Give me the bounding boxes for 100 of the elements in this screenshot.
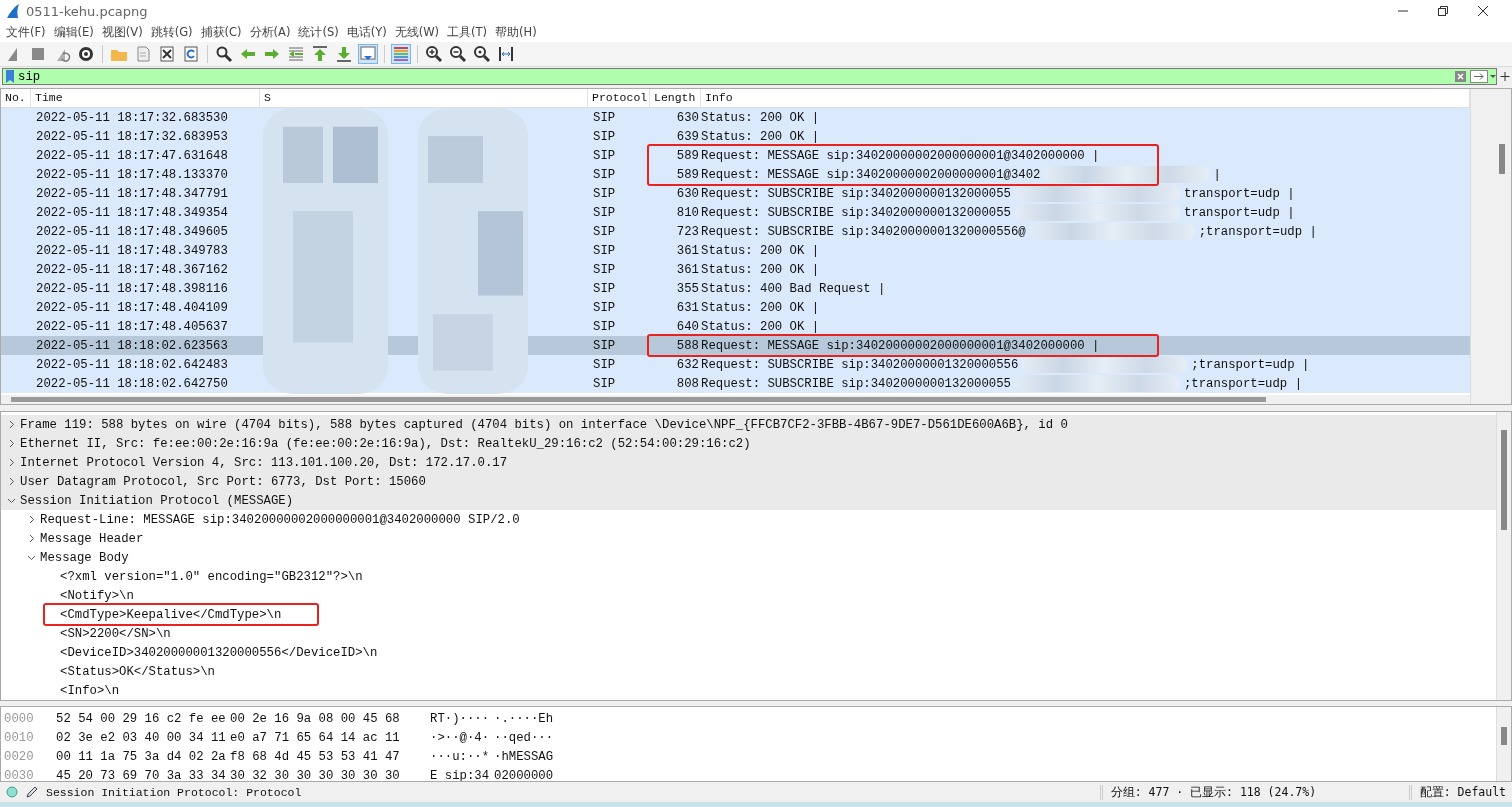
length-cell-text: 588 — [675, 338, 700, 353]
chevron-right-icon[interactable] — [27, 515, 36, 524]
autoscroll-button[interactable] — [358, 44, 378, 64]
column-header[interactable]: S — [260, 89, 588, 107]
column-header[interactable]: Length — [650, 89, 701, 107]
menu-item[interactable]: 跳转(G) — [146, 23, 197, 41]
find-button[interactable] — [214, 44, 234, 64]
horizontal-scrollbar[interactable] — [1, 395, 1470, 404]
chevron-right-icon[interactable] — [7, 458, 16, 467]
chevron-down-icon[interactable] — [27, 553, 36, 562]
detail-line[interactable]: <Status>OK</Status>\n — [60, 664, 215, 679]
shark-fin-icon — [6, 3, 20, 19]
detail-line[interactable]: <SN>2200</SN>\n — [60, 626, 171, 641]
info-cell: Request: SUBSCRIBE sip:3402000000132000055 — [701, 186, 1011, 201]
menu-item[interactable]: 无线(W) — [390, 23, 444, 41]
protocol-cell-text: SIP — [592, 262, 617, 277]
zoom-normal-button[interactable] — [472, 44, 492, 64]
profile-label[interactable]: 配置: Default — [1408, 784, 1512, 800]
column-header[interactable]: Time — [31, 89, 260, 107]
status-dot-icon[interactable] — [6, 786, 18, 798]
byte-offset: 0010 — [3, 730, 35, 745]
chevron-right-icon[interactable] — [7, 439, 16, 448]
detail-line[interactable]: <Info>\n — [60, 683, 120, 698]
column-header[interactable]: Protocol — [588, 89, 650, 107]
apply-arrow-icon[interactable] — [1470, 70, 1496, 83]
chevron-right-icon[interactable] — [7, 477, 16, 486]
menu-item[interactable]: 工具(T) — [443, 23, 492, 41]
resize-button[interactable] — [496, 44, 516, 64]
menu-item[interactable]: 视图(V) — [97, 23, 147, 41]
info-cell: Status: 200 OK | — [701, 319, 820, 334]
byte-offset: 0030 — [3, 768, 35, 781]
time-cell-text: 2022-05-11 18:17:48.405637 — [35, 319, 229, 334]
detail-line[interactable]: Session Initiation Protocol (MESSAGE) — [20, 493, 294, 508]
goto-button[interactable] — [286, 44, 306, 64]
restore-icon[interactable] — [1438, 6, 1448, 16]
length-cell-text: 810 — [675, 205, 700, 220]
menu-item[interactable]: 帮助(H) — [491, 23, 541, 41]
time-cell-text: 2022-05-11 18:17:48.133370 — [35, 167, 229, 182]
reload-button[interactable] — [181, 44, 201, 64]
detail-line[interactable]: Message Body — [40, 550, 129, 565]
options-button[interactable] — [76, 44, 96, 64]
vertical-scrollbar[interactable] — [1470, 89, 1511, 404]
info-cell: ;transport=udp | — [1183, 376, 1302, 391]
length-cell-text: 355 — [675, 281, 700, 296]
info-cell: Request: SUBSCRIBE sip:3402000000132000055 — [701, 376, 1011, 391]
ascii-bytes: 02000000 — [494, 768, 555, 781]
close-button[interactable] — [157, 44, 177, 64]
first-button[interactable] — [310, 44, 330, 64]
info-cell: transport=udp | — [1183, 186, 1295, 201]
time-cell-text: 2022-05-11 18:17:47.631648 — [35, 148, 229, 163]
protocol-cell-text: SIP — [592, 357, 617, 372]
menu-item[interactable]: 编辑(E) — [49, 23, 98, 41]
ascii-bytes: ··qed··· — [494, 730, 555, 745]
detail-line[interactable]: <?xml version="1.0" encoding="GB2312"?>\n — [60, 569, 363, 584]
menu-item[interactable]: 电话(Y) — [342, 23, 391, 41]
pencil-icon[interactable] — [26, 786, 38, 798]
detail-line[interactable]: Request-Line: MESSAGE sip:34020000002000000001@3402000000 SIP/2.0 — [40, 512, 520, 527]
chevron-right-icon[interactable] — [27, 534, 36, 543]
bookmark-icon[interactable] — [6, 70, 14, 83]
vertical-scrollbar[interactable] — [1496, 412, 1511, 700]
info-cell: Status: 200 OK | — [701, 262, 820, 277]
info-cell: Request: MESSAGE sip:34020000002000000001@3402 — [701, 167, 1041, 182]
menu-item[interactable]: 统计(S) — [294, 23, 343, 41]
menu-item[interactable]: 捕获(C) — [196, 23, 246, 41]
info-cell: ;transport=udp | — [1191, 357, 1310, 372]
menu-item[interactable]: 分析(A) — [245, 23, 295, 41]
info-cell: ;transport=udp | — [1198, 224, 1317, 239]
detail-line[interactable]: <CmdType>Keepalive</CmdType>\n — [60, 607, 282, 622]
display-filter-field[interactable]: sip — [2, 68, 1497, 85]
length-cell-text: 632 — [675, 357, 700, 372]
vertical-scrollbar[interactable] — [1496, 707, 1511, 781]
time-cell-text: 2022-05-11 18:18:02.623563 — [35, 338, 229, 353]
protocol-cell-text: SIP — [592, 186, 617, 201]
close-icon[interactable] — [1478, 6, 1488, 16]
zoom-in-button[interactable] — [424, 44, 444, 64]
protocol-cell-text: SIP — [592, 300, 617, 315]
detail-line[interactable]: <Notify>\n — [60, 588, 134, 603]
plus-icon[interactable] — [1500, 72, 1510, 81]
hex-bytes: e0 a7 71 65 64 14 ac 11 — [230, 730, 401, 745]
hex-bytes: f8 68 4d 45 53 53 41 47 — [230, 749, 401, 764]
filter-input[interactable]: sip — [18, 69, 1451, 84]
clear-icon[interactable] — [1455, 71, 1466, 82]
ascii-bytes: E sip:34 — [430, 768, 491, 781]
detail-line[interactable]: <DeviceID>34020000001320000556</DeviceID>\n — [60, 645, 378, 660]
length-cell-text: 808 — [675, 376, 700, 391]
chevron-right-icon[interactable] — [7, 420, 16, 429]
menu-item[interactable]: 文件(F) — [2, 23, 50, 41]
protocol-cell-text: SIP — [592, 281, 617, 296]
colorize-button[interactable] — [391, 44, 411, 64]
length-cell-text: 361 — [675, 262, 700, 277]
last-button[interactable] — [334, 44, 354, 64]
zoom-out-button[interactable] — [448, 44, 468, 64]
time-cell-text: 2022-05-11 18:17:48.398116 — [35, 281, 229, 296]
info-cell: Status: 400 Bad Request | — [701, 281, 886, 296]
chevron-down-icon[interactable] — [7, 496, 16, 505]
detail-line[interactable]: Message Header — [40, 531, 144, 546]
hex-bytes: 02 3e e2 03 40 00 34 11 — [56, 730, 227, 745]
byte-offset: 0000 — [3, 711, 35, 726]
time-cell-text: 2022-05-11 18:17:48.349605 — [35, 224, 229, 239]
column-header[interactable]: No. — [1, 89, 31, 107]
